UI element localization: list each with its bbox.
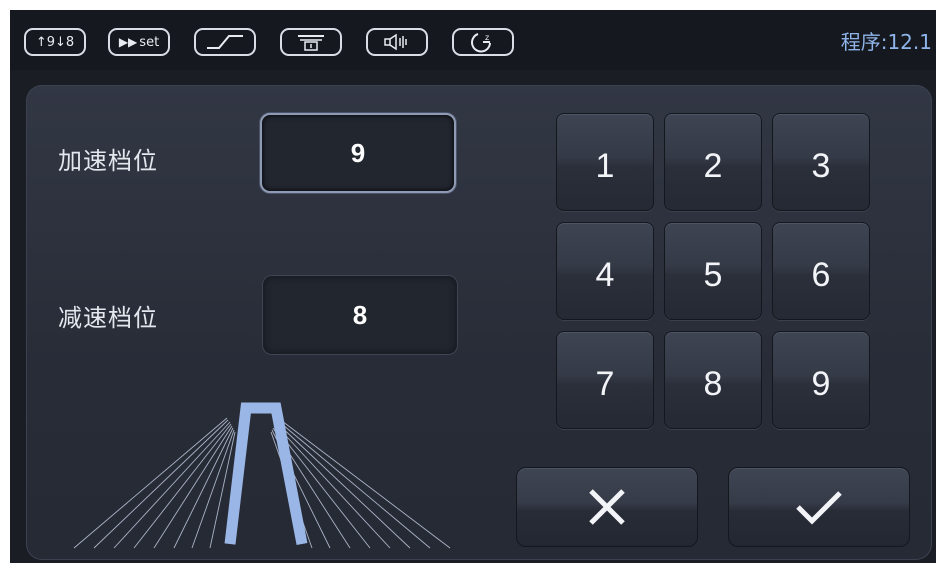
sort-up-down-icon: ↑9↓8 bbox=[35, 34, 75, 50]
confirm-button[interactable] bbox=[728, 467, 910, 547]
ramp-profile-icon bbox=[207, 35, 243, 49]
key-4[interactable]: 4 bbox=[556, 222, 654, 320]
key-1[interactable]: 1 bbox=[556, 113, 654, 211]
accel-gear-label: 加速档位 bbox=[58, 147, 158, 175]
speaker-icon bbox=[384, 33, 407, 51]
key-8[interactable]: 8 bbox=[664, 331, 762, 429]
timer-icon: z bbox=[471, 33, 491, 53]
fast-forward-set-button[interactable]: ▶▶ set bbox=[108, 28, 170, 56]
key-3[interactable]: 3 bbox=[772, 113, 870, 211]
key-9[interactable]: 9 bbox=[772, 331, 870, 429]
hmi-screen: ↑9↓8 ▶▶ set z 程序:12.1 加速档位 9 减速档位 8 1 2 … bbox=[10, 10, 936, 563]
key-6[interactable]: 6 bbox=[772, 222, 870, 320]
door-icon bbox=[298, 35, 324, 51]
fast-forward-icon: ▶▶ bbox=[118, 35, 138, 49]
decel-gear-label: 减速档位 bbox=[58, 304, 158, 332]
program-number: 程序:12.1 bbox=[840, 30, 932, 54]
top-toolbar: ↑9↓8 ▶▶ set z 程序:12.1 bbox=[10, 10, 936, 70]
decel-gear-field[interactable]: 8 bbox=[262, 275, 458, 355]
key-5[interactable]: 5 bbox=[664, 222, 762, 320]
ramp-profile-button[interactable] bbox=[194, 28, 256, 56]
key-2[interactable]: 2 bbox=[664, 113, 762, 211]
trapezoid-speed-graphic bbox=[73, 402, 451, 549]
sort-button[interactable]: ↑9↓8 bbox=[24, 28, 86, 56]
door-button[interactable] bbox=[280, 28, 342, 56]
set-label: set bbox=[139, 34, 160, 50]
svg-text:z: z bbox=[485, 33, 489, 42]
accel-gear-field[interactable]: 9 bbox=[260, 113, 456, 193]
speaker-button[interactable] bbox=[366, 28, 428, 56]
cancel-button[interactable] bbox=[516, 467, 698, 547]
close-icon bbox=[589, 489, 625, 525]
check-icon bbox=[796, 491, 842, 525]
key-7[interactable]: 7 bbox=[556, 331, 654, 429]
timer-button[interactable]: z bbox=[452, 28, 514, 56]
